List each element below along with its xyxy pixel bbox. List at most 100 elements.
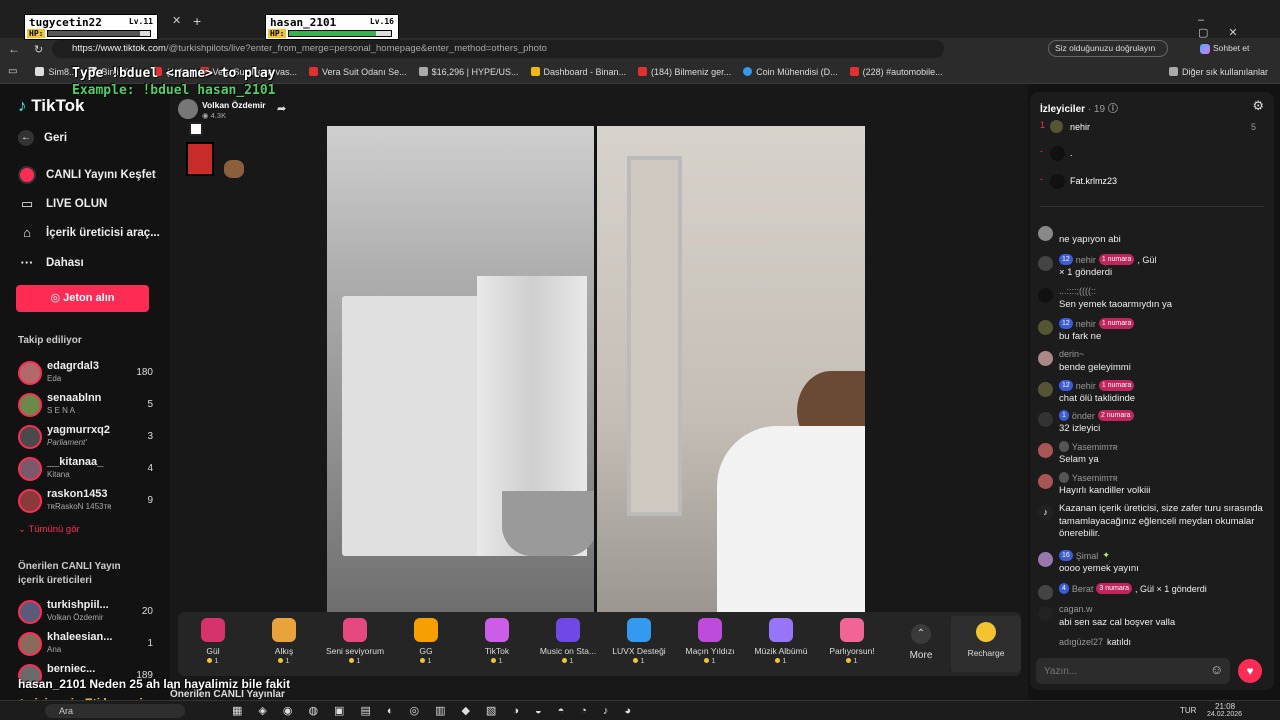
- coins-label: Jeton alın: [63, 292, 115, 304]
- host-info[interactable]: Volkan Özdemir ◉ 4.3K: [178, 97, 288, 121]
- back-button[interactable]: ← Geri: [18, 130, 67, 146]
- bookmark-item[interactable]: Vera Suit Odanı Se...: [309, 67, 407, 77]
- home-icon: ⌂: [23, 225, 31, 240]
- emoji-icon[interactable]: ☺: [1210, 662, 1223, 677]
- avatar: [1050, 146, 1065, 161]
- avatar: [1038, 226, 1053, 241]
- message-text: bu fark ne: [1059, 331, 1102, 342]
- viewer-count: 20: [141, 606, 153, 617]
- gift-item[interactable]: GG 1: [391, 616, 461, 665]
- gift-item[interactable]: Parlıyorsun! 1: [817, 616, 887, 665]
- rank: -: [1040, 174, 1043, 184]
- tray-lang[interactable]: TUR: [1180, 706, 1196, 715]
- share-icon[interactable]: ➦: [277, 102, 286, 115]
- new-tab-icon[interactable]: +: [193, 13, 201, 29]
- viewers-header[interactable]: İzleyiciler · 19 ⓘ: [1040, 100, 1118, 115]
- other-bookmarks[interactable]: Diğer sık kullanılanlar: [1168, 67, 1268, 77]
- live-video[interactable]: [327, 126, 865, 613]
- tray-time[interactable]: 21:08: [1215, 702, 1235, 711]
- gift-more-button[interactable]: ⌃ More: [886, 616, 956, 661]
- bookmark-favicon: [309, 67, 319, 76]
- recharge-button[interactable]: Recharge: [951, 616, 1021, 672]
- gift-label: Maçın Yıldızı: [685, 646, 735, 656]
- rank: -: [1040, 146, 1043, 156]
- coin-icon: [976, 622, 996, 642]
- person-body: [717, 426, 865, 613]
- message-text: 32 izleyici: [1059, 423, 1101, 434]
- recharge-label: Recharge: [967, 648, 1005, 658]
- nav-more[interactable]: ··· Dahası: [18, 255, 84, 270]
- suggested-item[interactable]: khaleesian... Ana 1: [18, 630, 153, 660]
- rank-badge: 1 numara: [1098, 318, 1135, 329]
- bookmark-folder-icon[interactable]: ▭: [8, 66, 17, 77]
- gift-item[interactable]: Music on Sta... 1: [533, 616, 603, 665]
- player1-hp-bar: [47, 30, 151, 37]
- bookmark-item[interactable]: Coin Mühendisi (D...: [743, 67, 838, 77]
- settings-icon[interactable]: ⚙: [1252, 98, 1264, 114]
- top-viewer-row[interactable]: - .: [1040, 146, 1264, 162]
- viewers-count: 4.3K: [210, 111, 227, 120]
- bookmark-item[interactable]: $16,296 | HYPE/US...: [418, 67, 519, 77]
- window-controls[interactable]: –▢✕: [1198, 14, 1280, 39]
- taskbar-search[interactable]: Ara: [45, 704, 185, 718]
- tray-date[interactable]: 24.02.2026: [1207, 711, 1242, 718]
- chat-input[interactable]: [1036, 658, 1230, 684]
- message-text: Hayırlı kandiller volkiii: [1059, 485, 1151, 496]
- top-viewer-row[interactable]: 1 nehir 5: [1040, 120, 1264, 136]
- following-name: senaablnn: [47, 392, 102, 404]
- message-text: Selam ya: [1059, 454, 1099, 465]
- suggested-item[interactable]: turkishpiil... Volkan Özdemir 20: [18, 598, 153, 628]
- gift-item[interactable]: Alkış 1: [249, 616, 319, 665]
- nav-creator-tools[interactable]: ⌂ İçerik üreticisi araç...: [18, 225, 160, 240]
- suggested-live-title: Önerilen CANLI Yayınlar: [170, 689, 285, 700]
- logo-text: TikTok: [31, 96, 85, 115]
- close-tab-icon[interactable]: ✕: [172, 14, 181, 27]
- gift-item[interactable]: Seni seviyorum 1: [320, 616, 390, 665]
- following-item[interactable]: raskon1453 ᴛʀRaskoN 1453ᴛʀ 9: [18, 487, 153, 517]
- message-user: ...::::;((((::: [1059, 286, 1096, 296]
- nav-go-live[interactable]: ▭ LIVE OLUN: [18, 196, 108, 212]
- more-label: More: [909, 650, 933, 661]
- taskbar-apps[interactable]: ▦◈◉◍▣▤◐◎▥◆▧◑◒◓◔♪◕: [232, 704, 647, 717]
- viewer-name: Fat.krlmz23: [1070, 176, 1118, 186]
- top-viewer-row[interactable]: - Fat.krlmz23: [1040, 174, 1264, 190]
- verify-button[interactable]: Siz olduğunuzu doğrulayın: [1048, 40, 1168, 57]
- copilot-chat-button[interactable]: Sohbet et: [1200, 43, 1249, 54]
- tiktok-logo[interactable]: ♪ TikTok: [18, 96, 84, 116]
- bookmark-item[interactable]: Dashboard - Binan...: [530, 67, 626, 77]
- back-arrow-icon[interactable]: ←: [8, 42, 20, 56]
- following-item[interactable]: edagrdal3 Eda 180: [18, 359, 153, 389]
- info-icon[interactable]: ⓘ: [1108, 104, 1118, 115]
- following-sub: Parliament': [47, 438, 87, 447]
- bookmark-item[interactable]: Sim8...: [35, 67, 76, 77]
- bookmark-item[interactable]: (184) Bilmeniz ger...: [638, 67, 731, 77]
- viewer-score: 5: [1250, 122, 1256, 132]
- door-frame: [627, 156, 682, 516]
- see-all-link[interactable]: ⌄ Tümünü gör: [18, 524, 80, 535]
- bookmark-item[interactable]: (228) #automobile...: [849, 67, 943, 77]
- like-button[interactable]: ♥: [1238, 659, 1262, 683]
- gift-item[interactable]: LUVX Desteği 1: [604, 616, 674, 665]
- rank-badge: 1 numara: [1098, 380, 1135, 391]
- url-field[interactable]: https://www.tiktok.com/@turkishpilots/li…: [52, 40, 944, 58]
- arrow-left-icon: ←: [18, 130, 34, 146]
- divider: [1040, 206, 1264, 207]
- get-coins-button[interactable]: ◎ Jeton alın: [16, 285, 149, 312]
- gift-item[interactable]: Gül 1: [178, 616, 248, 665]
- rank-badge: 2 numara: [1097, 410, 1134, 421]
- gift-label: Seni seviyorum: [325, 646, 385, 656]
- reload-icon[interactable]: ↻: [34, 43, 43, 56]
- player2-level: Lv.16: [369, 17, 394, 26]
- gift-item[interactable]: TikTok 1: [462, 616, 532, 665]
- gift-item[interactable]: Müzik Albümü 1: [746, 616, 816, 665]
- gift-item[interactable]: Maçın Yıldızı 1: [675, 616, 745, 665]
- following-item[interactable]: __kitanaa_ Kitana 4: [18, 455, 153, 485]
- following-item[interactable]: yagmurrxq2 Parliament' 3: [18, 423, 153, 453]
- nav-explore-live[interactable]: CANLI Yayını Keşfet: [18, 166, 156, 184]
- host-avatar: [178, 99, 198, 119]
- avatar: [1038, 552, 1053, 567]
- sparkle-icon: ✦: [1102, 550, 1110, 560]
- following-item[interactable]: senaablnn S E N A 5: [18, 391, 153, 421]
- player1-hp-label: HP:: [27, 29, 46, 38]
- luvx-icon: [627, 618, 651, 642]
